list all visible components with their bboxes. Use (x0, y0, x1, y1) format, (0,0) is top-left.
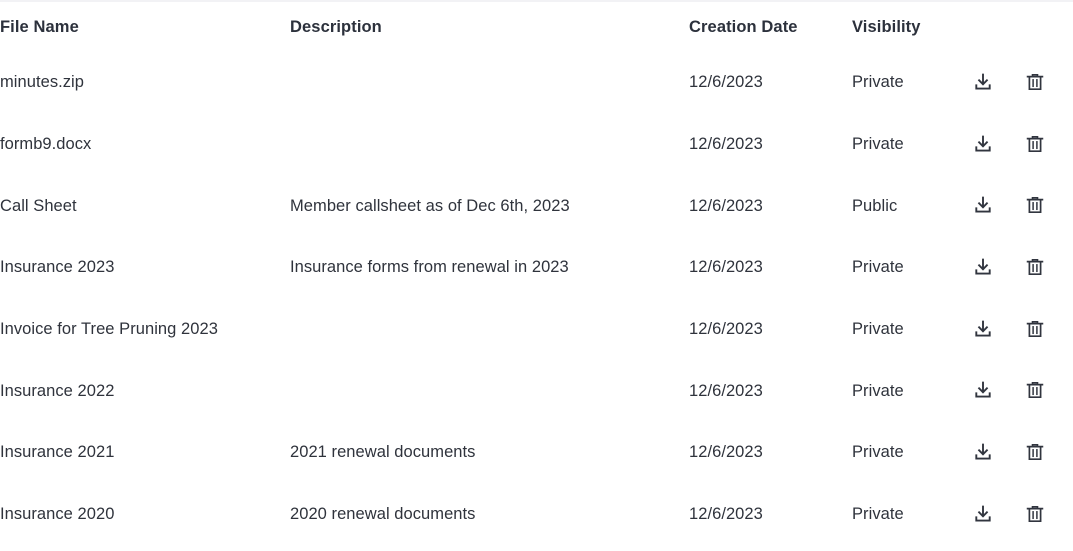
cell-file-name: Insurance 2021 (0, 443, 115, 462)
cell-delete (1022, 52, 1073, 114)
cell-file-name: Insurance 2020 (0, 505, 115, 524)
cell-file-name: minutes.zip (0, 73, 85, 92)
download-icon[interactable] (970, 131, 996, 157)
cell-download (970, 422, 1022, 484)
trash-icon[interactable] (1022, 254, 1048, 280)
cell-file-name: Call Sheet (0, 196, 77, 215)
cell-visibility: Private (852, 443, 904, 462)
trash-icon[interactable] (1022, 69, 1048, 95)
cell-delete (1022, 484, 1073, 546)
download-icon[interactable] (970, 316, 996, 342)
cell-description: Insurance forms from renewal in 2023 (290, 258, 569, 277)
cell-file-name: Insurance 2022 (0, 381, 115, 400)
cell-description (290, 114, 689, 176)
cell-creation-date: 12/6/2023 (689, 443, 763, 462)
cell-creation-date: 12/6/2023 (689, 135, 763, 154)
download-icon[interactable] (970, 439, 996, 465)
files-table-body: minutes.zip 12/6/2023 Private formb9.doc… (0, 52, 1073, 546)
cell-description: Member callsheet as of Dec 6th, 2023 (290, 196, 570, 215)
column-header-description[interactable]: Description (290, 2, 689, 52)
trash-icon[interactable] (1022, 377, 1048, 403)
cell-download (970, 52, 1022, 114)
cell-delete (1022, 237, 1073, 299)
trash-icon[interactable] (1022, 316, 1048, 342)
table-row: Insurance 2020 2020 renewal documents 12… (0, 484, 1073, 546)
cell-creation-date: 12/6/2023 (689, 258, 763, 277)
cell-download (970, 484, 1022, 546)
column-header-visibility[interactable]: Visibility (852, 2, 970, 52)
cell-download (970, 360, 1022, 422)
cell-delete (1022, 422, 1073, 484)
cell-description (290, 299, 689, 361)
cell-visibility: Private (852, 258, 904, 277)
table-row: Invoice for Tree Pruning 2023 12/6/2023 … (0, 299, 1073, 361)
cell-creation-date: 12/6/2023 (689, 196, 763, 215)
table-row: Insurance 2023 Insurance forms from rene… (0, 237, 1073, 299)
cell-description: 2021 renewal documents (290, 443, 476, 462)
download-icon[interactable] (970, 69, 996, 95)
cell-delete (1022, 114, 1073, 176)
files-table: File Name Description Creation Date Visi… (0, 2, 1073, 546)
trash-icon[interactable] (1022, 439, 1048, 465)
trash-icon[interactable] (1022, 501, 1048, 527)
files-panel: File Name Description Creation Date Visi… (0, 0, 1073, 551)
cell-download (970, 175, 1022, 237)
column-header-file-name[interactable]: File Name (0, 2, 290, 52)
cell-visibility: Public (852, 196, 898, 215)
cell-visibility: Private (852, 505, 904, 524)
cell-delete (1022, 175, 1073, 237)
cell-visibility: Private (852, 73, 904, 92)
cell-description (290, 360, 689, 422)
download-icon[interactable] (970, 501, 996, 527)
files-table-header: File Name Description Creation Date Visi… (0, 2, 1073, 52)
cell-file-name: formb9.docx (0, 135, 92, 154)
cell-file-name: Insurance 2023 (0, 258, 115, 277)
cell-download (970, 299, 1022, 361)
table-row: Call Sheet Member callsheet as of Dec 6t… (0, 175, 1073, 237)
cell-creation-date: 12/6/2023 (689, 320, 763, 339)
download-icon[interactable] (970, 192, 996, 218)
column-header-creation-date[interactable]: Creation Date (689, 2, 852, 52)
column-header-download (970, 2, 1022, 52)
trash-icon[interactable] (1022, 131, 1048, 157)
cell-visibility: Private (852, 320, 904, 339)
table-row: Insurance 2022 12/6/2023 Private (0, 360, 1073, 422)
cell-delete (1022, 299, 1073, 361)
cell-delete (1022, 360, 1073, 422)
cell-description (290, 52, 689, 114)
column-header-delete (1022, 2, 1073, 52)
download-icon[interactable] (970, 377, 996, 403)
table-row: formb9.docx 12/6/2023 Private (0, 114, 1073, 176)
table-header-row: File Name Description Creation Date Visi… (0, 2, 1073, 52)
cell-download (970, 114, 1022, 176)
cell-creation-date: 12/6/2023 (689, 505, 763, 524)
cell-visibility: Private (852, 135, 904, 154)
cell-description: 2020 renewal documents (290, 505, 476, 524)
cell-visibility: Private (852, 381, 904, 400)
cell-download (970, 237, 1022, 299)
cell-creation-date: 12/6/2023 (689, 381, 763, 400)
table-row: minutes.zip 12/6/2023 Private (0, 52, 1073, 114)
download-icon[interactable] (970, 254, 996, 280)
cell-creation-date: 12/6/2023 (689, 73, 763, 92)
table-row: Insurance 2021 2021 renewal documents 12… (0, 422, 1073, 484)
trash-icon[interactable] (1022, 192, 1048, 218)
cell-file-name: Invoice for Tree Pruning 2023 (0, 320, 218, 339)
